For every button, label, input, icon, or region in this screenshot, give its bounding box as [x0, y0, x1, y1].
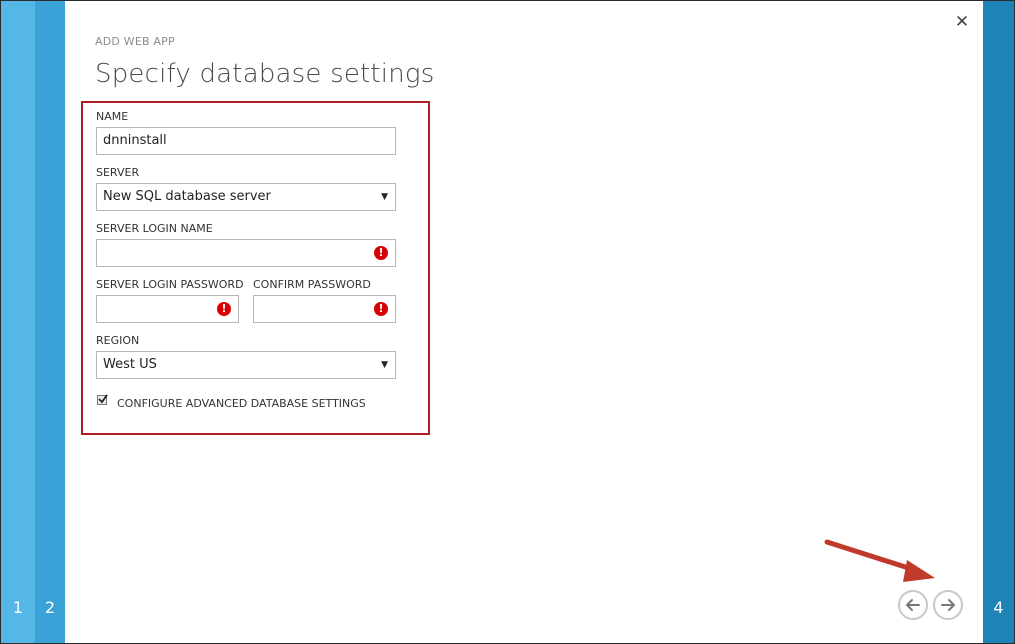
- error-icon: !: [374, 302, 388, 316]
- checkmark-icon: [98, 394, 108, 404]
- error-icon: !: [217, 302, 231, 316]
- region-select[interactable]: West US ▼: [96, 351, 396, 379]
- advanced-settings-checkbox[interactable]: [97, 394, 108, 405]
- password-input[interactable]: !: [96, 295, 239, 323]
- server-select[interactable]: New SQL database server ▼: [96, 183, 396, 211]
- confirm-password-input[interactable]: !: [253, 295, 396, 323]
- error-icon: !: [374, 246, 388, 260]
- step-1-number: 1: [12, 598, 24, 617]
- dialog-kicker: ADD WEB APP: [95, 35, 175, 48]
- wizard-step-1[interactable]: 1: [1, 1, 35, 643]
- wizard-step-4[interactable]: 4: [983, 1, 1014, 643]
- next-button[interactable]: [933, 590, 963, 620]
- server-label: SERVER: [96, 166, 140, 179]
- region-label: REGION: [96, 334, 140, 347]
- arrow-left-icon: [906, 599, 920, 611]
- close-icon[interactable]: ✕: [953, 13, 971, 31]
- step-4-number: 4: [993, 598, 1004, 617]
- region-value: West US: [103, 357, 157, 372]
- advanced-settings-label[interactable]: CONFIGURE ADVANCED DATABASE SETTINGS: [117, 397, 366, 410]
- wizard-step-2[interactable]: 2: [35, 1, 65, 643]
- chevron-down-icon: ▼: [381, 360, 388, 370]
- chevron-down-icon: ▼: [381, 192, 388, 202]
- name-value: dnninstall: [103, 133, 167, 148]
- login-label: SERVER LOGIN NAME: [96, 222, 213, 235]
- page-title: Specify database settings: [95, 59, 435, 89]
- step-2-number: 2: [44, 598, 56, 617]
- server-value: New SQL database server: [103, 189, 271, 204]
- back-button[interactable]: [898, 590, 928, 620]
- confirm-password-label: CONFIRM PASSWORD: [253, 278, 371, 291]
- name-input[interactable]: dnninstall: [96, 127, 396, 155]
- password-label: SERVER LOGIN PASSWORD: [96, 278, 244, 291]
- login-input[interactable]: !: [96, 239, 396, 267]
- red-arrow-annotation-icon: [824, 539, 935, 582]
- wizard-window: 1 2 ✕ ADD WEB APP Specify database setti…: [0, 0, 1015, 644]
- name-label: NAME: [96, 110, 129, 123]
- arrow-right-icon: [941, 599, 955, 611]
